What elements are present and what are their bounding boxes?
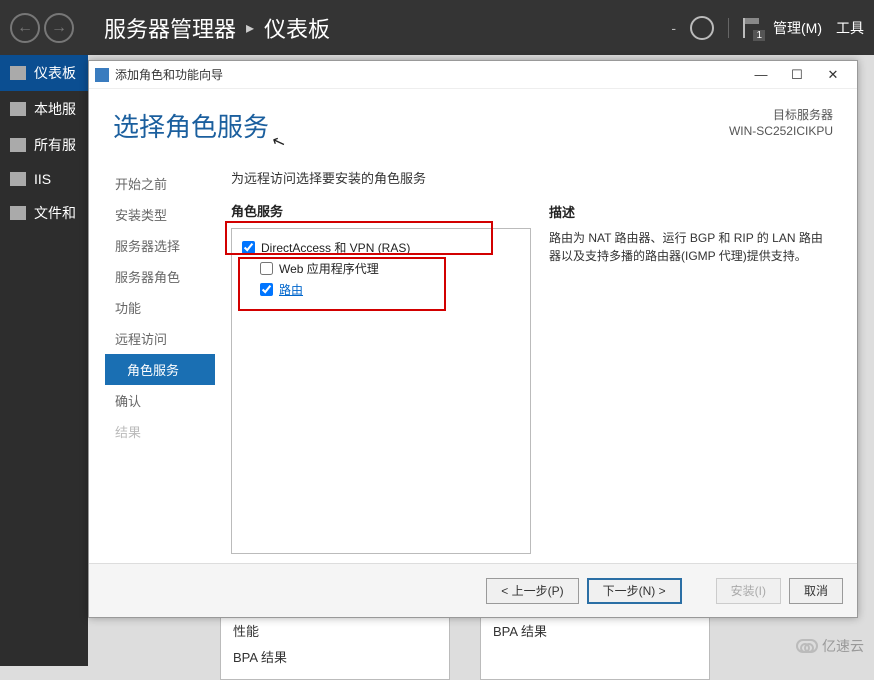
files-icon [10, 206, 26, 220]
sidebar-item-files[interactable]: 文件和 [0, 195, 88, 231]
target-server-name: WIN-SC252ICIKPU [729, 123, 833, 139]
add-roles-wizard-dialog: 添加角色和功能向导 — ☐ ✕ 选择角色服务 ↖ 目标服务器 WIN-SC252… [88, 60, 858, 618]
instruction-text: 为远程访问选择要安装的角色服务 [231, 168, 531, 187]
breadcrumb: 服务器管理器 ▸ 仪表板 [104, 12, 330, 44]
watermark-icon [796, 639, 818, 653]
role-label: Web 应用程序代理 [279, 260, 379, 277]
previous-button[interactable]: < 上一步(P) [486, 578, 578, 604]
nav-back-button[interactable]: ← [10, 13, 40, 43]
watermark-text: 亿速云 [822, 636, 864, 656]
servers-icon [10, 138, 26, 152]
role-checkbox[interactable] [242, 241, 255, 254]
wizard-heading: 选择角色服务 ↖ [113, 107, 269, 144]
role-label: DirectAccess 和 VPN (RAS) [261, 239, 410, 256]
divider [728, 18, 729, 38]
role-checkbox[interactable] [260, 283, 273, 296]
minimize-button[interactable]: — [743, 63, 779, 87]
target-server-box: 目标服务器 WIN-SC252ICIKPU [729, 107, 833, 139]
nav-forward-button[interactable]: → [44, 13, 74, 43]
dash-icon: - [671, 20, 676, 36]
role-label: 路由 [279, 281, 303, 298]
step-install-type[interactable]: 安装类型 [105, 199, 215, 230]
panel-row: 性能 [233, 619, 437, 645]
manage-menu[interactable]: 管理(M) [773, 18, 822, 38]
role-checkbox[interactable] [260, 262, 273, 275]
role-row-routing[interactable]: 路由 [238, 279, 524, 300]
description-text: 路由为 NAT 路由器、运行 BGP 和 RIP 的 LAN 路由器以及支持多播… [549, 229, 833, 265]
role-row-webproxy[interactable]: Web 应用程序代理 [238, 258, 524, 279]
panel-row: BPA 结果 [493, 619, 697, 645]
cancel-button[interactable]: 取消 [789, 578, 843, 604]
dialog-title: 添加角色和功能向导 [115, 66, 223, 83]
step-before-begin[interactable]: 开始之前 [105, 168, 215, 199]
sidebar-item-label: 本地服 [34, 99, 76, 119]
heading-text: 选择角色服务 [113, 112, 269, 142]
maximize-button[interactable]: ☐ [779, 63, 815, 87]
tools-menu[interactable]: 工具 [836, 18, 864, 38]
install-button: 安装(I) [716, 578, 781, 604]
panel-row: BPA 结果 [233, 645, 437, 671]
iis-icon [10, 172, 26, 186]
step-role-services[interactable]: 角色服务 [105, 354, 215, 385]
description-heading: 描述 [549, 202, 833, 221]
flag-badge: 1 [753, 30, 765, 41]
wizard-steps: 开始之前 安装类型 服务器选择 服务器角色 功能 远程访问 角色服务 确认 结果 [105, 150, 215, 563]
sidebar-item-all[interactable]: 所有服 [0, 127, 88, 163]
notifications-flag-icon[interactable]: 1 [743, 18, 759, 38]
step-confirm[interactable]: 确认 [105, 385, 215, 416]
sidebar-item-label: IIS [34, 171, 51, 187]
roles-section-heading: 角色服务 [231, 201, 531, 220]
dashboard-icon [10, 66, 26, 80]
step-features[interactable]: 功能 [105, 292, 215, 323]
bg-panel: BPA 结果 [480, 610, 710, 680]
role-services-list: DirectAccess 和 VPN (RAS) Web 应用程序代理 路由 [231, 228, 531, 554]
next-button[interactable]: 下一步(N) > [587, 578, 682, 604]
sidebar-item-label: 文件和 [34, 203, 76, 223]
breadcrumb-page[interactable]: 仪表板 [264, 12, 330, 44]
background-panels: 性能 BPA 结果 BPA 结果 [220, 610, 710, 680]
sidebar: 仪表板 本地服 所有服 IIS 文件和 [0, 55, 88, 666]
bg-panel: 性能 BPA 结果 [220, 610, 450, 680]
dialog-titlebar[interactable]: 添加角色和功能向导 — ☐ ✕ [89, 61, 857, 89]
step-remote-access[interactable]: 远程访问 [105, 323, 215, 354]
wizard-footer: < 上一步(P) 下一步(N) > 安装(I) 取消 [89, 563, 857, 617]
sidebar-item-label: 仪表板 [34, 63, 76, 83]
close-button[interactable]: ✕ [815, 63, 851, 87]
role-row-directaccess[interactable]: DirectAccess 和 VPN (RAS) [238, 237, 524, 258]
server-icon [10, 102, 26, 116]
sidebar-item-label: 所有服 [34, 135, 76, 155]
wizard-icon [95, 68, 109, 82]
sidebar-item-dashboard[interactable]: 仪表板 [0, 55, 88, 91]
step-server-select[interactable]: 服务器选择 [105, 230, 215, 261]
watermark: 亿速云 [796, 636, 864, 656]
breadcrumb-app[interactable]: 服务器管理器 [104, 12, 236, 44]
sidebar-item-local[interactable]: 本地服 [0, 91, 88, 127]
sidebar-item-iis[interactable]: IIS [0, 163, 88, 195]
target-label: 目标服务器 [729, 107, 833, 123]
step-server-roles[interactable]: 服务器角色 [105, 261, 215, 292]
refresh-icon[interactable] [690, 16, 714, 40]
chevron-right-icon: ▸ [246, 18, 254, 38]
step-results: 结果 [105, 416, 215, 447]
app-toolbar: ← → 服务器管理器 ▸ 仪表板 - 1 管理(M) 工具 [0, 0, 874, 55]
